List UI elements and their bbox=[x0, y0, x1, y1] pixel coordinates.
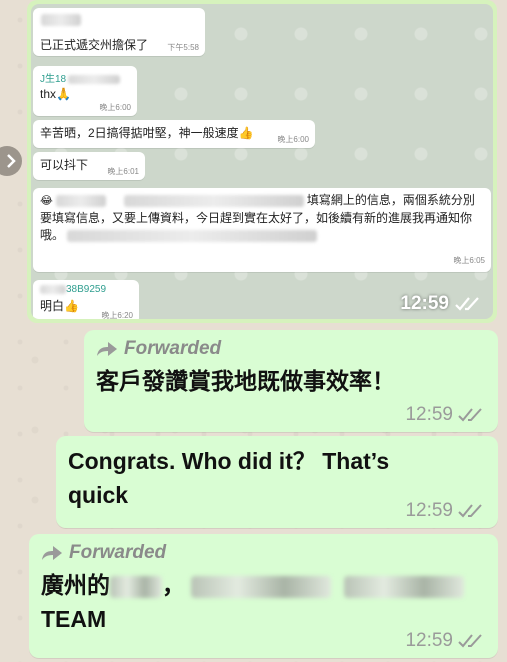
forward-arrow-icon bbox=[42, 546, 62, 560]
message-text: 廣州的， TEAM bbox=[41, 568, 486, 636]
mini-message-text: 可以抖下 bbox=[40, 158, 89, 172]
mini-message-time: 晚上6:05 bbox=[453, 256, 485, 265]
message-time: 12:59 bbox=[405, 500, 486, 522]
message-bubble[interactable]: Forwarded 客戶發讚賞我地既做事效率！ 12:59 bbox=[84, 330, 498, 432]
mini-message-text: 辛苦晒，2日搞得掂咁堅，神一般速度👍 bbox=[40, 126, 254, 140]
mini-message-time: 晚上6:01 bbox=[107, 167, 139, 176]
mini-message-time: 晚上6:00 bbox=[99, 103, 131, 112]
image-message[interactable]: 已正式遞交州擔保了 下午5:58 J生18 thx🙏 晚上6:00 辛苦晒，2日… bbox=[27, 0, 497, 323]
mini-message: 已正式遞交州擔保了 下午5:58 bbox=[33, 8, 205, 56]
chevron-right-icon bbox=[7, 154, 16, 168]
mini-message-text: 填寫網上的信息，兩個系統分別 bbox=[306, 193, 475, 207]
message-bubble[interactable]: Congrats. Who did it？ That’s quick 12:59 bbox=[56, 436, 498, 528]
message-time: 12:59 bbox=[405, 404, 486, 426]
redacted-name bbox=[41, 14, 81, 26]
mini-message-text: 要填寫信息，又要上傳資料，今日趕到實在太好了，如後續有新的進展我再通知你 bbox=[40, 211, 473, 225]
mini-message-time: 下午5:58 bbox=[167, 43, 199, 52]
mini-message-text: 哦。 bbox=[40, 228, 65, 242]
redacted-text bbox=[110, 575, 162, 598]
double-check-icon bbox=[458, 634, 482, 648]
mini-message: 辛苦晒，2日搞得掂咁堅，神一般速度👍 晚上6:00 bbox=[33, 120, 315, 148]
mini-message-text: 已正式遞交州擔保了 bbox=[40, 38, 149, 52]
double-check-icon bbox=[458, 504, 482, 518]
double-check-icon bbox=[458, 408, 482, 422]
mini-sender: 38B9259 bbox=[40, 284, 132, 295]
forward-arrow-icon bbox=[97, 342, 117, 356]
mini-message-text: thx🙏 bbox=[40, 87, 71, 101]
image-timestamp: 12:59 bbox=[400, 293, 483, 315]
mini-message-time: 晚上6:00 bbox=[277, 135, 309, 144]
forwarded-label: Forwarded bbox=[41, 542, 486, 564]
mini-message-text: 明白👍 bbox=[40, 299, 79, 313]
mini-message: 38B9259 明白👍 晚上6:20 bbox=[33, 280, 139, 319]
mini-message-time: 晚上6:20 bbox=[101, 311, 133, 319]
mini-sender: J生18 bbox=[40, 70, 130, 85]
mini-message: J生18 thx🙏 晚上6:00 bbox=[33, 66, 137, 116]
forwarded-label: Forwarded bbox=[96, 338, 486, 360]
message-bubble[interactable]: Forwarded 廣州的， TEAM 12:59 bbox=[29, 534, 498, 658]
chat-screenshot-image[interactable]: 已正式遞交州擔保了 下午5:58 J生18 thx🙏 晚上6:00 辛苦晒，2日… bbox=[31, 4, 493, 319]
redacted-text bbox=[343, 575, 464, 598]
mini-message: 可以抖下 晚上6:01 bbox=[33, 152, 145, 180]
redacted-text bbox=[191, 575, 332, 598]
double-check-icon bbox=[455, 297, 479, 311]
message-time: 12:59 bbox=[405, 630, 486, 652]
message-text: 客戶發讚賞我地既做事效率！ bbox=[96, 368, 395, 394]
mini-message: 😂 填寫網上的信息，兩個系統分別 要填寫信息，又要上傳資料，今日趕到實在太好了，… bbox=[33, 188, 491, 272]
